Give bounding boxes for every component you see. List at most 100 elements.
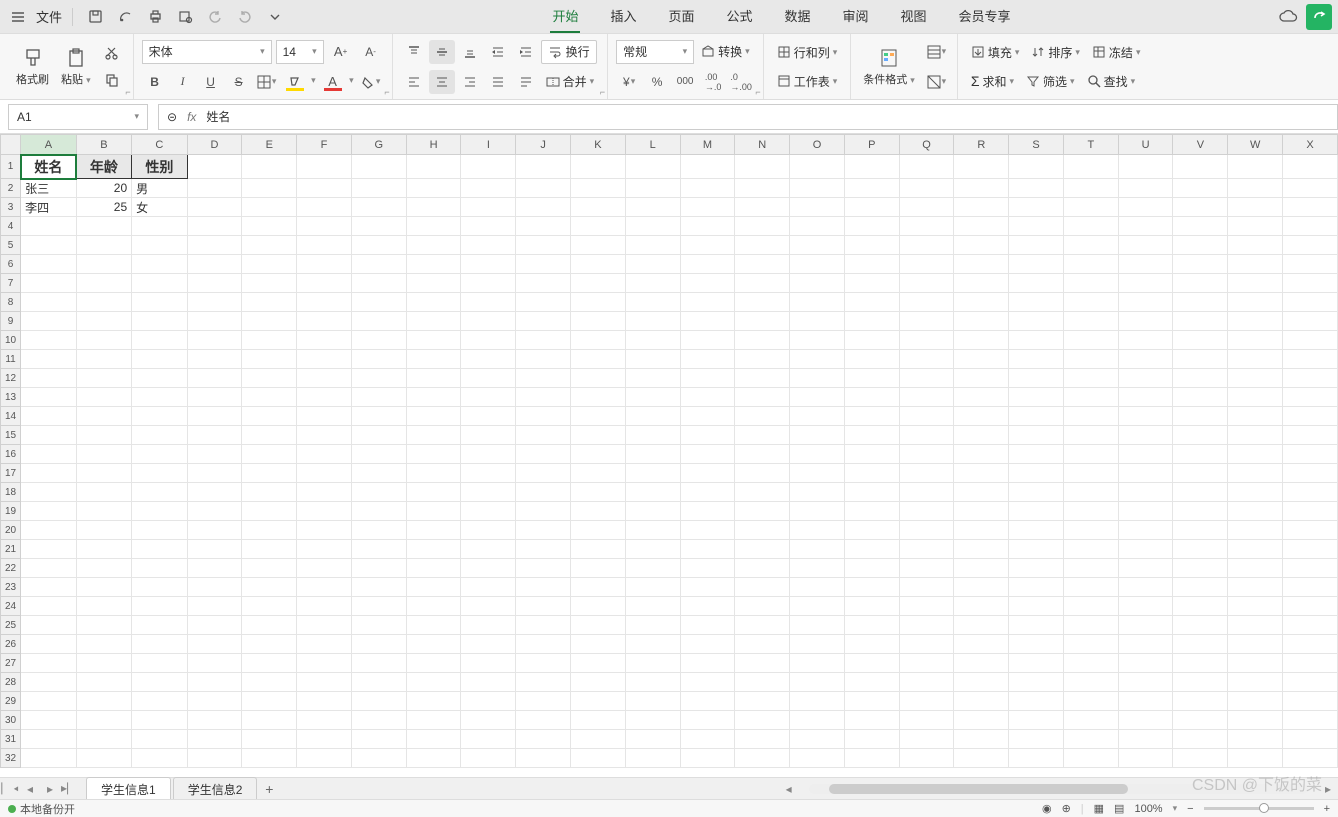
redo-icon[interactable] xyxy=(233,5,257,29)
sum-button[interactable]: Σ求和▾ xyxy=(966,70,1019,93)
cell-N8[interactable] xyxy=(735,293,790,312)
cell-K24[interactable] xyxy=(571,597,626,616)
cell-X27[interactable] xyxy=(1283,654,1338,673)
font-color-icon[interactable]: A▾ xyxy=(320,70,346,94)
cell-B29[interactable] xyxy=(76,692,132,711)
cell-R20[interactable] xyxy=(954,521,1009,540)
distribute-icon[interactable] xyxy=(513,70,539,94)
cell-I14[interactable] xyxy=(461,407,516,426)
cell-Q21[interactable] xyxy=(899,540,954,559)
cell-B3[interactable]: 25 xyxy=(76,198,132,217)
cell-K11[interactable] xyxy=(571,350,626,369)
rows-cols-button[interactable]: 行和列▾ xyxy=(772,41,843,64)
col-header-P[interactable]: P xyxy=(844,135,899,155)
percent-icon[interactable]: % xyxy=(644,70,670,94)
eye-mode-icon[interactable]: ◉ xyxy=(1042,802,1052,815)
cell-U12[interactable] xyxy=(1118,369,1173,388)
cell-X18[interactable] xyxy=(1283,483,1338,502)
cell-C12[interactable] xyxy=(132,369,188,388)
cell-E21[interactable] xyxy=(242,540,297,559)
cell-T19[interactable] xyxy=(1063,502,1118,521)
cell-K13[interactable] xyxy=(571,388,626,407)
cell-R4[interactable] xyxy=(954,217,1009,236)
cell-A21[interactable] xyxy=(21,540,77,559)
cell-W32[interactable] xyxy=(1228,749,1283,768)
cell-T12[interactable] xyxy=(1063,369,1118,388)
row-header-19[interactable]: 19 xyxy=(1,502,21,521)
cell-F30[interactable] xyxy=(297,711,352,730)
cell-B18[interactable] xyxy=(76,483,132,502)
cell-H30[interactable] xyxy=(406,711,461,730)
cell-I9[interactable] xyxy=(461,312,516,331)
cell-C15[interactable] xyxy=(132,426,188,445)
cell-W5[interactable] xyxy=(1228,236,1283,255)
cell-X11[interactable] xyxy=(1283,350,1338,369)
cloud-icon[interactable] xyxy=(1276,5,1300,29)
row-header-20[interactable]: 20 xyxy=(1,521,21,540)
cell-U26[interactable] xyxy=(1118,635,1173,654)
cell-Q18[interactable] xyxy=(899,483,954,502)
cell-U11[interactable] xyxy=(1118,350,1173,369)
cell-C7[interactable] xyxy=(132,274,188,293)
format-painter-button[interactable]: 格式刷 xyxy=(12,45,53,89)
cell-G20[interactable] xyxy=(351,521,406,540)
cell-E20[interactable] xyxy=(242,521,297,540)
cell-T28[interactable] xyxy=(1063,673,1118,692)
cell-E15[interactable] xyxy=(242,426,297,445)
cell-A2[interactable]: 张三 xyxy=(21,179,77,198)
more-quickaccess-icon[interactable] xyxy=(263,5,287,29)
zoom-slider[interactable] xyxy=(1204,807,1314,810)
cell-M20[interactable] xyxy=(680,521,735,540)
cell-I3[interactable] xyxy=(461,198,516,217)
cell-R5[interactable] xyxy=(954,236,1009,255)
cell-L5[interactable] xyxy=(625,236,680,255)
cell-C21[interactable] xyxy=(132,540,188,559)
cell-C16[interactable] xyxy=(132,445,188,464)
col-header-I[interactable]: I xyxy=(461,135,516,155)
cell-B13[interactable] xyxy=(76,388,132,407)
cell-L2[interactable] xyxy=(625,179,680,198)
cell-M23[interactable] xyxy=(680,578,735,597)
cell-V3[interactable] xyxy=(1173,198,1228,217)
cell-D12[interactable] xyxy=(187,369,242,388)
cell-A14[interactable] xyxy=(21,407,77,426)
cell-F28[interactable] xyxy=(297,673,352,692)
cell-P26[interactable] xyxy=(844,635,899,654)
cell-T26[interactable] xyxy=(1063,635,1118,654)
col-header-F[interactable]: F xyxy=(297,135,352,155)
cell-N24[interactable] xyxy=(735,597,790,616)
cell-B17[interactable] xyxy=(76,464,132,483)
cell-S28[interactable] xyxy=(1009,673,1064,692)
cell-I22[interactable] xyxy=(461,559,516,578)
cell-S17[interactable] xyxy=(1009,464,1064,483)
cell-P30[interactable] xyxy=(844,711,899,730)
cell-S16[interactable] xyxy=(1009,445,1064,464)
cell-W8[interactable] xyxy=(1228,293,1283,312)
cell-Q17[interactable] xyxy=(899,464,954,483)
cell-W22[interactable] xyxy=(1228,559,1283,578)
cell-K3[interactable] xyxy=(571,198,626,217)
cell-X2[interactable] xyxy=(1283,179,1338,198)
row-header-11[interactable]: 11 xyxy=(1,350,21,369)
copy-icon[interactable] xyxy=(99,68,125,92)
cell-F18[interactable] xyxy=(297,483,352,502)
cell-K22[interactable] xyxy=(571,559,626,578)
cell-V10[interactable] xyxy=(1173,331,1228,350)
cell-P14[interactable] xyxy=(844,407,899,426)
cell-G17[interactable] xyxy=(351,464,406,483)
cell-U15[interactable] xyxy=(1118,426,1173,445)
cell-Q6[interactable] xyxy=(899,255,954,274)
cell-C27[interactable] xyxy=(132,654,188,673)
cell-O21[interactable] xyxy=(790,540,845,559)
cell-K2[interactable] xyxy=(571,179,626,198)
cell-E16[interactable] xyxy=(242,445,297,464)
cell-N10[interactable] xyxy=(735,331,790,350)
cell-H11[interactable] xyxy=(406,350,461,369)
cell-U20[interactable] xyxy=(1118,521,1173,540)
cell-T7[interactable] xyxy=(1063,274,1118,293)
cell-K1[interactable] xyxy=(571,155,626,179)
cell-D11[interactable] xyxy=(187,350,242,369)
cell-J29[interactable] xyxy=(516,692,571,711)
cell-N19[interactable] xyxy=(735,502,790,521)
cell-K15[interactable] xyxy=(571,426,626,445)
